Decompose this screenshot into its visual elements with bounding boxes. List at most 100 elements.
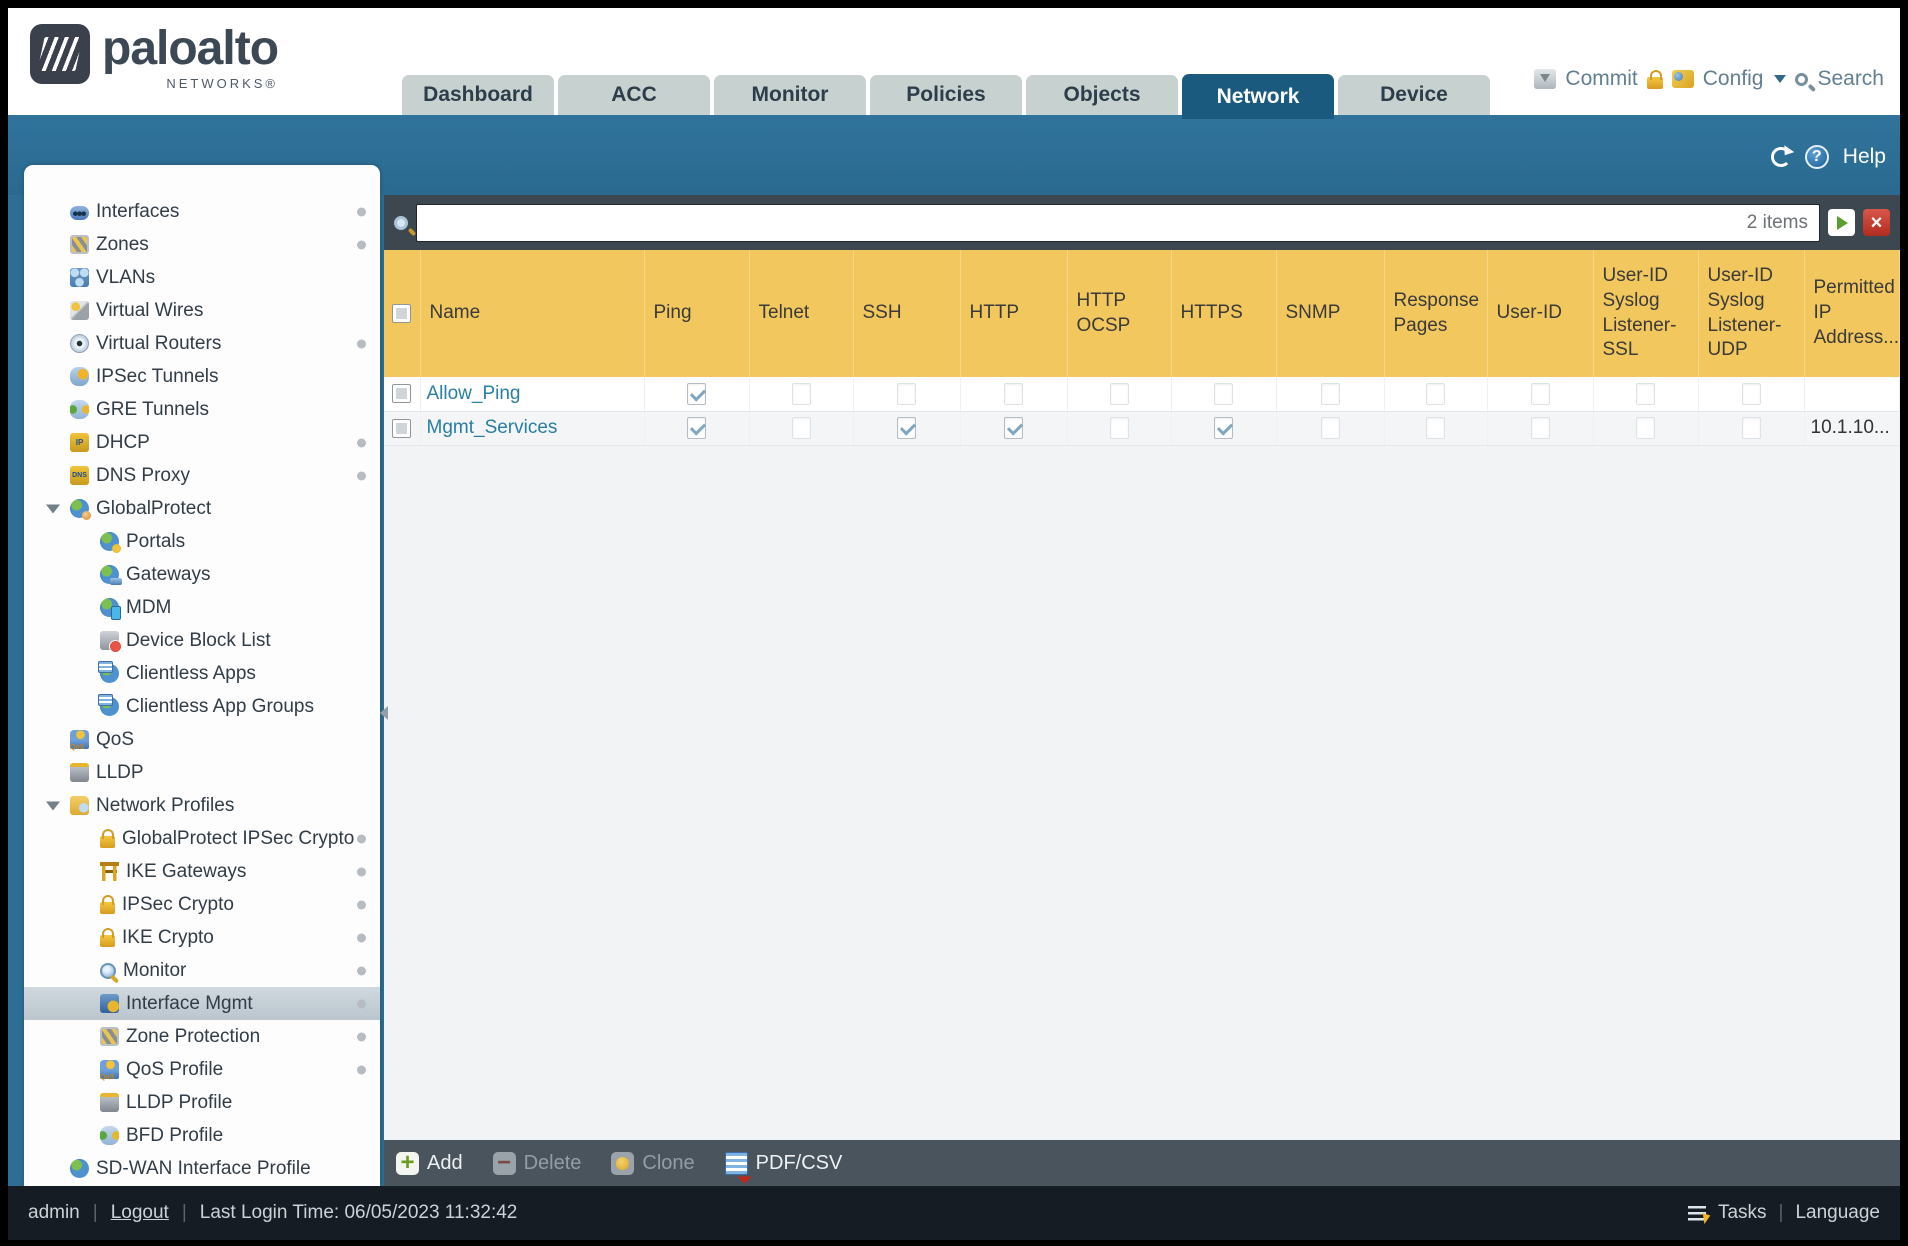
sidebar-item-zones[interactable]: Zones bbox=[24, 228, 380, 261]
sidebar-item-interface-mgmt[interactable]: Interface Mgmt bbox=[24, 987, 380, 1020]
select-all-checkbox[interactable] bbox=[392, 304, 412, 323]
tab-objects[interactable]: Objects bbox=[1026, 75, 1178, 115]
sidebar-item-dns-proxy[interactable]: DNS Proxy bbox=[24, 459, 380, 492]
service-checkbox-unchecked[interactable] bbox=[1741, 382, 1761, 405]
sidebar-item-network-profiles[interactable]: Network Profiles bbox=[24, 789, 380, 822]
clone-button[interactable]: Clone bbox=[611, 1151, 695, 1175]
service-checkbox-unchecked[interactable] bbox=[1741, 417, 1761, 439]
tab-device[interactable]: Device bbox=[1338, 75, 1490, 115]
sidebar-item-qos[interactable]: QoS bbox=[24, 723, 380, 756]
service-checkbox-unchecked[interactable] bbox=[1320, 417, 1340, 439]
service-checkbox-unchecked[interactable] bbox=[1530, 382, 1550, 405]
sidebar-item-interfaces[interactable]: Interfaces bbox=[24, 195, 380, 228]
service-checkbox-checked[interactable] bbox=[897, 417, 916, 439]
delete-button[interactable]: − Delete bbox=[492, 1151, 581, 1175]
lock-icon[interactable] bbox=[1646, 70, 1663, 89]
pdf-csv-button[interactable]: PDF/CSV bbox=[724, 1151, 842, 1175]
column-header-http[interactable]: HTTP bbox=[960, 250, 1068, 377]
commit-icon[interactable] bbox=[1534, 69, 1557, 89]
search-button[interactable]: Search bbox=[1817, 67, 1884, 91]
tasks-button[interactable]: Tasks bbox=[1718, 1202, 1767, 1224]
sidebar-item-virtual-routers[interactable]: Virtual Routers bbox=[24, 327, 380, 360]
column-header-response-pages[interactable]: Response Pages bbox=[1384, 250, 1488, 377]
help-link[interactable]: Help bbox=[1843, 145, 1886, 169]
sidebar-item-virtual-wires[interactable]: Virtual Wires bbox=[24, 294, 380, 327]
sidebar-item-ike-crypto[interactable]: IKE Crypto bbox=[24, 921, 380, 954]
sidebar-item-portals[interactable]: Portals bbox=[24, 525, 380, 558]
service-checkbox-unchecked[interactable] bbox=[897, 382, 916, 405]
sidebar-item-clientless-apps[interactable]: Clientless Apps bbox=[24, 657, 380, 690]
service-checkbox-checked[interactable] bbox=[1004, 417, 1023, 439]
sidebar-item-device-block-list[interactable]: Device Block List bbox=[24, 624, 380, 657]
chevron-down-icon[interactable] bbox=[1774, 75, 1787, 83]
sidebar-item-ipsec-tunnels[interactable]: IPSec Tunnels bbox=[24, 360, 380, 393]
clear-filter-button[interactable]: × bbox=[1863, 209, 1890, 236]
service-checkbox-unchecked[interactable] bbox=[1530, 417, 1550, 439]
service-checkbox-unchecked[interactable] bbox=[1320, 382, 1340, 405]
sidebar-item-ike-gateways[interactable]: IKE Gateways bbox=[24, 855, 380, 888]
language-button[interactable]: Language bbox=[1795, 1202, 1880, 1224]
sidebar-item-lldp[interactable]: LLDP bbox=[24, 756, 380, 789]
row-checkbox[interactable] bbox=[392, 418, 412, 438]
sidebar-item-ipsec-crypto[interactable]: IPSec Crypto bbox=[24, 888, 380, 921]
sidebar-item-gre-tunnels[interactable]: GRE Tunnels bbox=[24, 393, 380, 426]
row-name-link[interactable]: Mgmt_Services bbox=[427, 417, 558, 438]
service-checkbox-unchecked[interactable] bbox=[1636, 382, 1655, 405]
tab-dashboard[interactable]: Dashboard bbox=[402, 75, 554, 115]
commit-button[interactable]: Commit bbox=[1565, 67, 1637, 91]
sidebar-item-globalprotect[interactable]: GlobalProtect bbox=[24, 492, 380, 525]
sidebar-item-zone-protection[interactable]: Zone Protection bbox=[24, 1020, 380, 1053]
service-checkbox-unchecked[interactable] bbox=[1214, 382, 1233, 405]
help-icon[interactable]: ? bbox=[1804, 145, 1829, 169]
service-checkbox-unchecked[interactable] bbox=[791, 417, 811, 439]
row-checkbox[interactable] bbox=[392, 384, 412, 404]
column-header-https[interactable]: HTTPS bbox=[1171, 250, 1277, 377]
filter-input[interactable] bbox=[416, 203, 1820, 242]
service-checkbox-unchecked[interactable] bbox=[1426, 417, 1445, 439]
tasks-icon[interactable] bbox=[1687, 1205, 1706, 1221]
column-header-telnet[interactable]: Telnet bbox=[749, 250, 854, 377]
column-header-user-id-syslog-listener-udp[interactable]: User-ID Syslog Listener-UDP bbox=[1698, 250, 1805, 377]
tab-policies[interactable]: Policies bbox=[870, 75, 1022, 115]
service-checkbox-unchecked[interactable] bbox=[1636, 417, 1655, 439]
column-header-http-ocsp[interactable]: HTTP OCSP bbox=[1067, 250, 1172, 377]
service-checkbox-unchecked[interactable] bbox=[1426, 382, 1445, 405]
service-checkbox-checked[interactable] bbox=[687, 417, 706, 439]
expander-icon[interactable] bbox=[46, 504, 60, 513]
tab-monitor[interactable]: Monitor bbox=[714, 75, 866, 115]
add-button[interactable]: + Add bbox=[396, 1151, 463, 1175]
column-header-snmp[interactable]: SNMP bbox=[1276, 250, 1385, 377]
sidebar-item-globalprotect-ipsec-crypto[interactable]: GlobalProtect IPSec Crypto bbox=[24, 822, 380, 855]
service-checkbox-checked[interactable] bbox=[687, 382, 706, 405]
column-header-user-id-syslog-listener-ssl[interactable]: User-ID Syslog Listener-SSL bbox=[1593, 250, 1699, 377]
service-checkbox-unchecked[interactable] bbox=[1109, 417, 1129, 439]
sidebar-item-gateways[interactable]: Gateways bbox=[24, 558, 380, 591]
expander-icon[interactable] bbox=[46, 801, 60, 810]
config-icon[interactable] bbox=[1671, 70, 1694, 88]
service-checkbox-unchecked[interactable] bbox=[791, 382, 811, 405]
sidebar-item-dhcp[interactable]: DHCP bbox=[24, 426, 380, 459]
logout-link[interactable]: Logout bbox=[111, 1202, 169, 1224]
sidebar-item-vlans[interactable]: VLANs bbox=[24, 261, 380, 294]
column-header-user-id[interactable]: User-ID bbox=[1487, 250, 1594, 377]
sidebar-item-sd-wan-interface-profile[interactable]: SD-WAN Interface Profile bbox=[24, 1152, 380, 1185]
service-checkbox-unchecked[interactable] bbox=[1109, 382, 1129, 405]
tab-acc[interactable]: ACC bbox=[558, 75, 710, 115]
column-header-ssh[interactable]: SSH bbox=[853, 250, 961, 377]
service-checkbox-checked[interactable] bbox=[1214, 417, 1233, 439]
row-name-link[interactable]: Allow_Ping bbox=[427, 383, 521, 404]
column-header-name[interactable]: Name bbox=[420, 250, 645, 377]
sidebar-item-clientless-app-groups[interactable]: Clientless App Groups bbox=[24, 690, 380, 723]
sidebar-item-qos-profile[interactable]: QoS Profile bbox=[24, 1053, 380, 1086]
config-button[interactable]: Config bbox=[1703, 67, 1764, 91]
search-icon[interactable] bbox=[1795, 72, 1809, 86]
sidebar-item-monitor[interactable]: Monitor bbox=[24, 954, 380, 987]
apply-filter-button[interactable] bbox=[1828, 209, 1855, 236]
sidebar-item-bfd-profile[interactable]: BFD Profile bbox=[24, 1119, 380, 1152]
column-header-permitted-ip-address[interactable]: Permitted IP Address... bbox=[1804, 250, 1900, 377]
sidebar-collapse-icon[interactable] bbox=[380, 706, 388, 720]
sidebar-item-lldp-profile[interactable]: LLDP Profile bbox=[24, 1086, 380, 1119]
column-header-ping[interactable]: Ping bbox=[644, 250, 750, 377]
tab-network[interactable]: Network bbox=[1182, 74, 1334, 119]
refresh-icon[interactable] bbox=[1770, 147, 1791, 167]
